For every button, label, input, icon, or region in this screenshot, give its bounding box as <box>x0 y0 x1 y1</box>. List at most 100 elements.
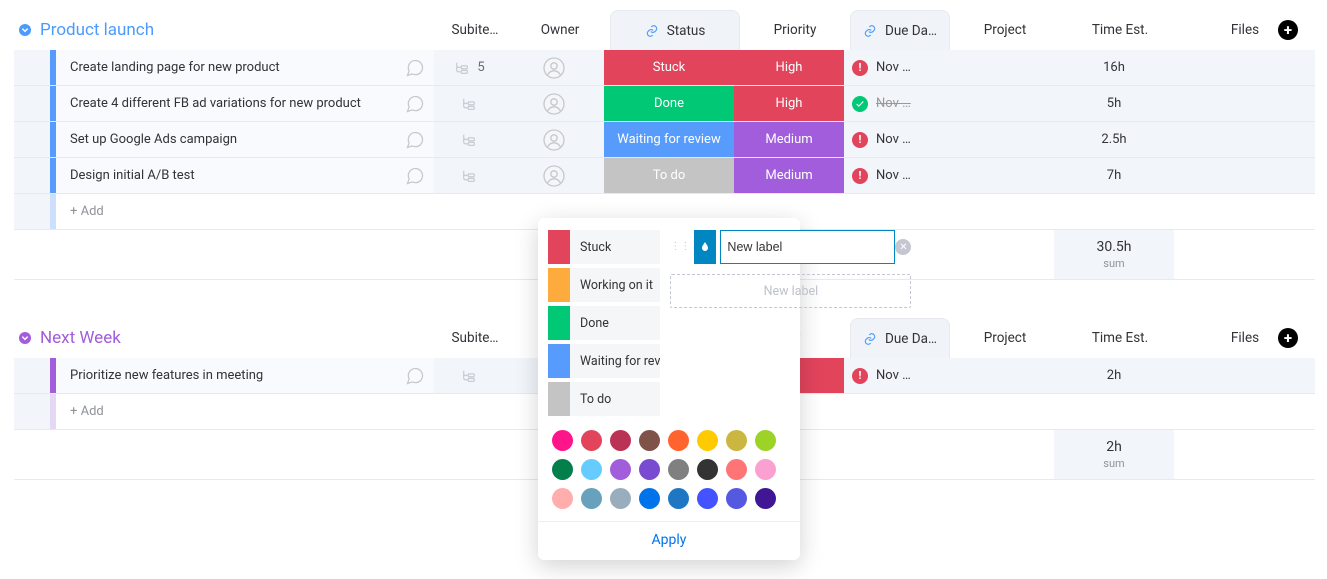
col-due-date[interactable]: Due Da… <box>850 10 950 50</box>
time-est-cell[interactable]: 16h <box>1054 50 1174 85</box>
project-cell[interactable] <box>944 358 1054 393</box>
color-swatch-option[interactable] <box>610 430 631 451</box>
subitems-cell[interactable] <box>434 122 504 157</box>
apply-button[interactable]: Apply <box>548 522 790 552</box>
due-date-cell[interactable]: !Nov … <box>844 122 944 157</box>
chat-icon[interactable] <box>396 158 434 193</box>
time-est-cell[interactable]: 2h <box>1054 358 1174 393</box>
project-cell[interactable] <box>944 86 1054 121</box>
table-row[interactable]: Design initial A/B test To do Medium !No… <box>14 158 1315 194</box>
col-subitems[interactable]: Subite… <box>440 318 510 358</box>
time-est-cell[interactable]: 2.5h <box>1054 122 1174 157</box>
color-swatch-option[interactable] <box>610 459 631 480</box>
item-name[interactable]: Create landing page for new product <box>56 50 396 85</box>
owner-cell[interactable] <box>504 50 604 85</box>
project-cell[interactable] <box>944 158 1054 193</box>
status-label-option[interactable]: Waiting for rev <box>548 344 660 378</box>
priority-cell[interactable]: High <box>734 86 844 121</box>
chat-icon[interactable] <box>396 122 434 157</box>
table-row[interactable]: Create landing page for new product 5 St… <box>14 50 1315 86</box>
due-date-cell[interactable]: !Nov … <box>844 50 944 85</box>
color-swatch-option[interactable] <box>610 488 631 509</box>
new-label-color[interactable] <box>694 230 716 264</box>
files-cell[interactable] <box>1174 122 1304 157</box>
color-swatch-option[interactable] <box>697 488 718 509</box>
collapse-toggle[interactable] <box>14 22 36 38</box>
owner-cell[interactable] <box>504 86 604 121</box>
color-swatch-option[interactable] <box>755 488 776 509</box>
subitems-cell[interactable] <box>434 86 504 121</box>
color-swatch-option[interactable] <box>581 459 602 480</box>
drag-handle-icon[interactable]: ⋮⋮ <box>670 244 690 250</box>
files-cell[interactable] <box>1174 158 1304 193</box>
col-time-est[interactable]: Time Est. <box>1060 10 1180 50</box>
owner-cell[interactable] <box>504 122 604 157</box>
color-swatch-option[interactable] <box>668 430 689 451</box>
priority-cell[interactable]: Medium <box>734 122 844 157</box>
chat-icon[interactable] <box>396 358 434 393</box>
files-cell[interactable] <box>1174 86 1304 121</box>
col-status[interactable]: Status <box>610 10 740 50</box>
color-swatch-option[interactable] <box>581 430 602 451</box>
color-swatch-option[interactable] <box>581 488 602 509</box>
status-label-option[interactable]: Working on it <box>548 268 660 302</box>
col-subitems[interactable]: Subite… <box>440 10 510 50</box>
item-name[interactable]: Create 4 different FB ad variations for … <box>56 86 396 121</box>
add-column-button[interactable]: + <box>1278 20 1298 40</box>
status-label-option[interactable]: Done <box>548 306 660 340</box>
due-date-cell[interactable]: Nov … <box>844 86 944 121</box>
priority-cell[interactable]: Medium <box>734 158 844 193</box>
status-cell[interactable]: Stuck <box>604 50 734 85</box>
color-swatch-option[interactable] <box>668 459 689 480</box>
color-swatch-option[interactable] <box>726 488 747 509</box>
time-est-cell[interactable]: 7h <box>1054 158 1174 193</box>
color-swatch-option[interactable] <box>552 430 573 451</box>
chat-icon[interactable] <box>396 86 434 121</box>
color-swatch-option[interactable] <box>697 430 718 451</box>
col-priority[interactable]: Priority <box>740 10 850 50</box>
add-column-button[interactable]: + <box>1278 328 1298 348</box>
status-cell[interactable]: Done <box>604 86 734 121</box>
color-swatch-option[interactable] <box>639 430 660 451</box>
color-swatch-option[interactable] <box>639 459 660 480</box>
col-owner[interactable]: Owner <box>510 10 610 50</box>
col-time-est[interactable]: Time Est. <box>1060 318 1180 358</box>
project-cell[interactable] <box>944 50 1054 85</box>
time-est-cell[interactable]: 5h <box>1054 86 1174 121</box>
status-label-option[interactable]: Stuck <box>548 230 660 264</box>
files-cell[interactable] <box>1174 50 1304 85</box>
item-name[interactable]: Design initial A/B test <box>56 158 396 193</box>
table-row[interactable]: Create 4 different FB ad variations for … <box>14 86 1315 122</box>
color-swatch-option[interactable] <box>552 459 573 480</box>
color-swatch-option[interactable] <box>755 459 776 480</box>
color-swatch-option[interactable] <box>697 459 718 480</box>
group-title[interactable]: Product launch <box>40 20 440 40</box>
item-name[interactable]: Prioritize new features in meeting <box>56 358 396 393</box>
color-swatch-option[interactable] <box>755 430 776 451</box>
color-swatch-option[interactable] <box>639 488 660 509</box>
status-cell[interactable]: To do <box>604 158 734 193</box>
color-swatch-option[interactable] <box>726 459 747 480</box>
clear-input-button[interactable]: ✕ <box>895 239 911 255</box>
status-label-option[interactable]: To do <box>548 382 660 416</box>
color-swatch-option[interactable] <box>726 430 747 451</box>
chat-icon[interactable] <box>396 50 434 85</box>
status-cell[interactable]: Waiting for review <box>604 122 734 157</box>
subitems-cell[interactable]: 5 <box>434 50 504 85</box>
owner-cell[interactable] <box>504 158 604 193</box>
new-label-input[interactable] <box>720 230 895 264</box>
subitems-cell[interactable] <box>434 358 504 393</box>
new-label-placeholder[interactable]: New label <box>670 274 911 308</box>
col-project[interactable]: Project <box>950 318 1060 358</box>
table-row[interactable]: Set up Google Ads campaign Waiting for r… <box>14 122 1315 158</box>
color-swatch-option[interactable] <box>668 488 689 509</box>
collapse-toggle[interactable] <box>14 330 36 346</box>
files-cell[interactable] <box>1174 358 1304 393</box>
item-name[interactable]: Set up Google Ads campaign <box>56 122 396 157</box>
col-project[interactable]: Project <box>950 10 1060 50</box>
color-swatch-option[interactable] <box>552 488 573 509</box>
group-title[interactable]: Next Week <box>40 328 440 348</box>
project-cell[interactable] <box>944 122 1054 157</box>
due-date-cell[interactable]: !Nov … <box>844 158 944 193</box>
priority-cell[interactable]: High <box>734 50 844 85</box>
